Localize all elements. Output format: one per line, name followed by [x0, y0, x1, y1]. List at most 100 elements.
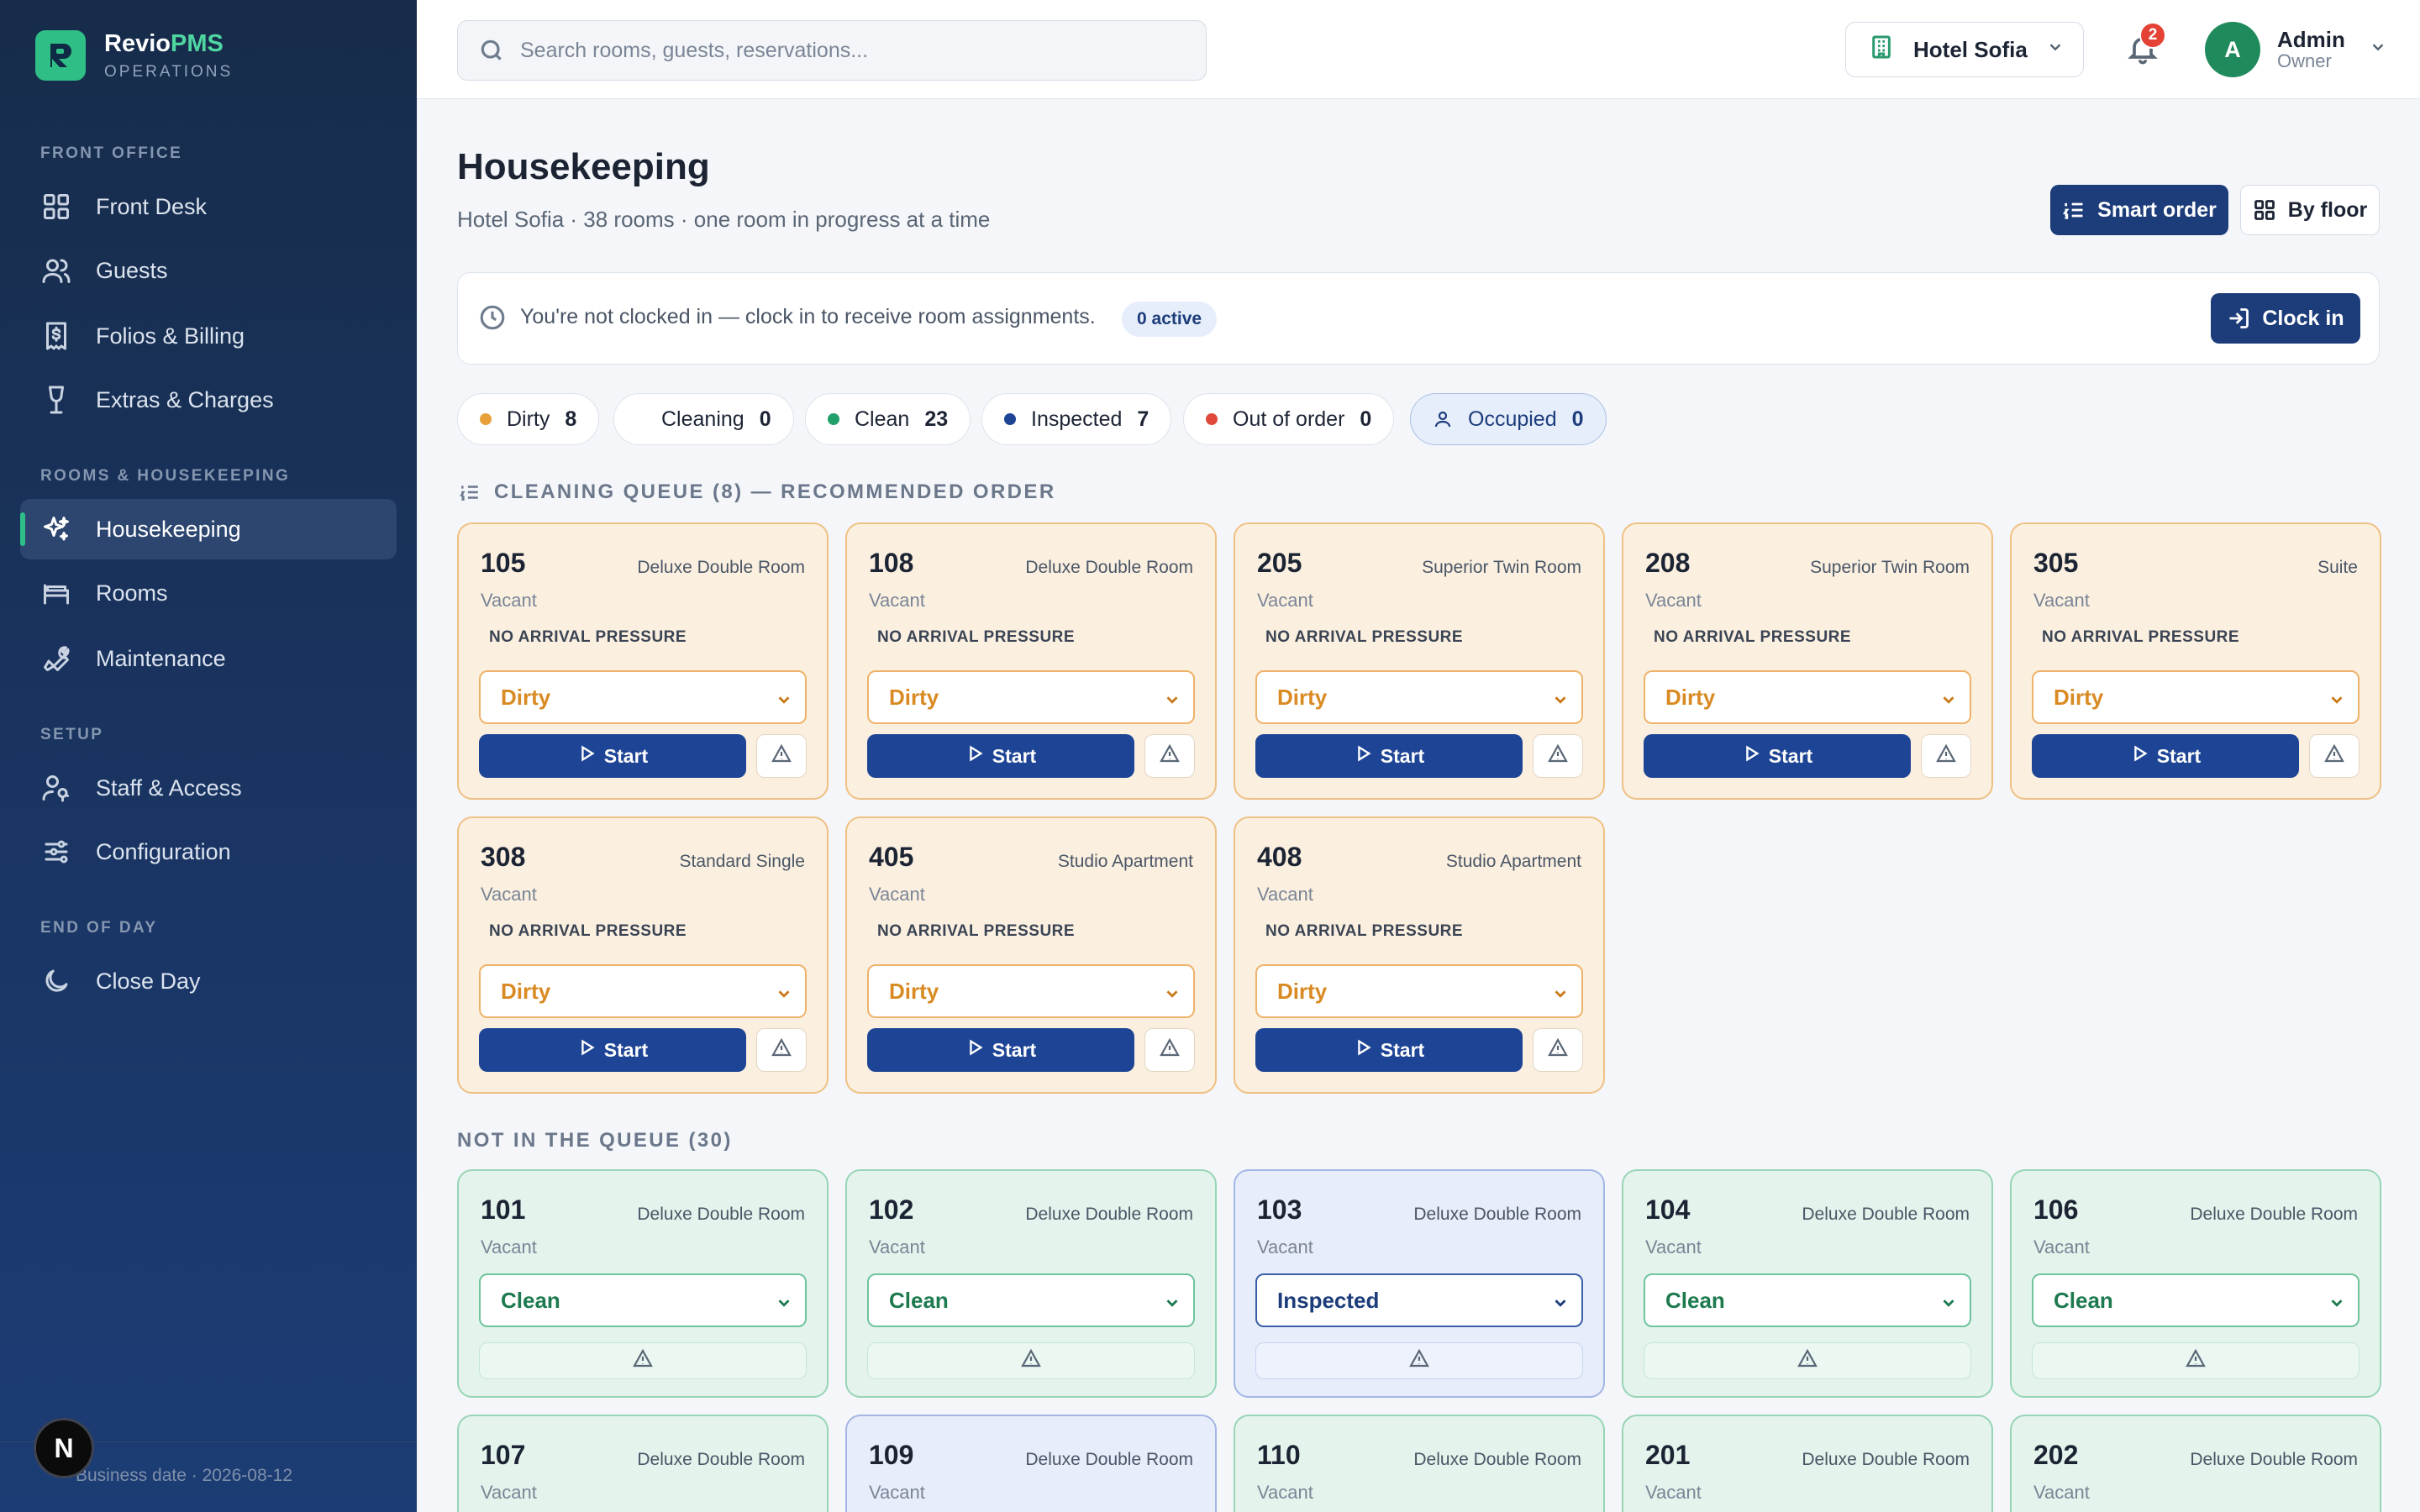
housekeeping-status-select[interactable]: Dirty [867, 964, 1195, 1018]
start-cleaning-button[interactable]: Start [479, 1028, 746, 1072]
report-issue-button[interactable] [1533, 734, 1583, 778]
filter-chip-inspected[interactable]: Inspected 7 [981, 393, 1172, 445]
filter-chip-clean[interactable]: Clean 23 [805, 393, 971, 445]
sidebar-item-guests[interactable]: Guests [20, 240, 397, 301]
chip-label: Dirty [507, 407, 550, 431]
room-card-408[interactable]: 408 Studio Apartment Vacant NO ARRIVAL PRES… [1234, 816, 1605, 1094]
filter-chip-dirty[interactable]: Dirty 8 [457, 393, 600, 445]
room-card-104[interactable]: 104 Deluxe Double Room Vacant Clean [1622, 1169, 1993, 1398]
report-issue-button[interactable] [2309, 734, 2360, 778]
dev-tools-badge[interactable]: N [34, 1418, 94, 1478]
sidebar-item-rooms[interactable]: Rooms [20, 563, 397, 623]
warning-triangle-icon [1409, 1348, 1429, 1374]
sidebar-item-housekeeping[interactable]: Housekeeping [20, 499, 397, 559]
sidebar-item-configuration[interactable]: Configuration [20, 822, 397, 882]
occupancy-status: Vacant [1257, 1236, 1313, 1257]
filter-chip-out-of-order[interactable]: Out of order 0 [1183, 393, 1395, 445]
report-issue-button[interactable] [1921, 734, 1971, 778]
select-value: Clean [1665, 1287, 1725, 1313]
filter-chip-cleaning[interactable]: Cleaning 0 [613, 393, 794, 445]
room-card-208[interactable]: 208 Superior Twin Room Vacant NO ARRIVAL PR… [1622, 522, 1993, 800]
housekeeping-status-select[interactable]: Clean [479, 1273, 807, 1327]
housekeeping-status-select[interactable]: Dirty [1255, 670, 1583, 724]
room-card-202[interactable]: 202 Deluxe Double Room Vacant [2010, 1415, 2381, 1512]
chevron-down-icon [1551, 983, 1570, 1009]
chevron-down-icon [775, 1292, 793, 1318]
report-issue-button[interactable] [479, 1342, 807, 1379]
report-issue-button[interactable] [1144, 734, 1195, 778]
room-card-305[interactable]: 305 Suite Vacant NO ARRIVAL PRESSURE Dirty St… [2010, 522, 2381, 800]
chevron-down-icon [2328, 689, 2346, 715]
search-input[interactable] [520, 38, 1176, 63]
housekeeping-status-select[interactable]: Clean [2032, 1273, 2360, 1327]
section-rooms-housekeeping: ROOMS & HOUSEKEEPING [40, 467, 291, 485]
room-card-109[interactable]: 109 Deluxe Double Room Vacant [845, 1415, 1217, 1512]
play-icon [1742, 744, 1769, 768]
room-number: 308 [481, 842, 526, 872]
room-card-201[interactable]: 201 Deluxe Double Room Vacant [1622, 1415, 1993, 1512]
start-cleaning-button[interactable]: Start [1644, 734, 1911, 778]
room-card-105[interactable]: 105 Deluxe Double Room Vacant NO ARRIVAL PR… [457, 522, 829, 800]
occupancy-status: Vacant [481, 590, 537, 611]
play-icon [577, 744, 604, 768]
housekeeping-status-select[interactable]: Dirty [1644, 670, 1971, 724]
start-cleaning-button[interactable]: Start [867, 734, 1134, 778]
room-card-110[interactable]: 110 Deluxe Double Room Vacant [1234, 1415, 1605, 1512]
housekeeping-status-select[interactable]: Dirty [867, 670, 1195, 724]
room-card-108[interactable]: 108 Deluxe Double Room Vacant NO ARRIVAL PR… [845, 522, 1217, 800]
room-type: Deluxe Double Room [1025, 558, 1193, 577]
sidebar-item-staff[interactable]: Staff & Access [20, 758, 397, 818]
report-issue-button[interactable] [1255, 1342, 1583, 1379]
list-ordered-icon [2063, 202, 2083, 219]
report-issue-button[interactable] [1144, 1028, 1195, 1072]
room-card-107[interactable]: 107 Deluxe Double Room Vacant [457, 1415, 829, 1512]
start-cleaning-button[interactable]: Start [479, 734, 746, 778]
room-card-101[interactable]: 101 Deluxe Double Room Vacant Clean [457, 1169, 829, 1398]
room-card-405[interactable]: 405 Studio Apartment Vacant NO ARRIVAL PRES… [845, 816, 1217, 1094]
by-floor-button[interactable]: By floor [2240, 185, 2380, 235]
start-cleaning-button[interactable]: Start [1255, 1028, 1523, 1072]
room-card-205[interactable]: 205 Superior Twin Room Vacant NO ARRIVAL PR… [1234, 522, 1605, 800]
sidebar-item-label: Folios & Billing [96, 323, 245, 349]
room-card-308[interactable]: 308 Standard Single Vacant NO ARRIVAL PRESS… [457, 816, 829, 1094]
report-issue-button[interactable] [1644, 1342, 1971, 1379]
report-issue-button[interactable] [1533, 1028, 1583, 1072]
search-box[interactable] [457, 20, 1207, 81]
list-ordered-icon [460, 486, 478, 501]
report-issue-button[interactable] [867, 1342, 1195, 1379]
chip-label: Inspected [1031, 407, 1123, 431]
filter-chip-occupied[interactable]: Occupied 0 [1410, 393, 1607, 445]
housekeeping-status-select[interactable]: Dirty [1255, 964, 1583, 1018]
housekeeping-status-select[interactable]: Dirty [479, 670, 807, 724]
sidebar-item-close-day[interactable]: Close Day [20, 951, 397, 1011]
arrival-pressure-label: NO ARRIVAL PRESSURE [1265, 628, 1464, 646]
housekeeping-status-select[interactable]: Inspected [1255, 1273, 1583, 1327]
sidebar-item-folios[interactable]: Folios & Billing [20, 306, 397, 366]
housekeeping-status-select[interactable]: Clean [867, 1273, 1195, 1327]
report-issue-button[interactable] [756, 1028, 807, 1072]
clock-in-button[interactable]: Clock in [2211, 293, 2360, 344]
start-cleaning-button[interactable]: Start [1255, 734, 1523, 778]
room-card-103[interactable]: 103 Deluxe Double Room Vacant Inspected [1234, 1169, 1605, 1398]
select-value: Dirty [1277, 978, 1328, 1004]
start-cleaning-button[interactable]: Start [2032, 734, 2299, 778]
report-issue-button[interactable] [2032, 1342, 2360, 1379]
chip-label: Out of order [1233, 407, 1345, 431]
start-cleaning-button[interactable]: Start [867, 1028, 1134, 1072]
housekeeping-status-select[interactable]: Clean [1644, 1273, 1971, 1327]
building-icon [1868, 34, 1895, 66]
housekeeping-status-select[interactable]: Dirty [2032, 670, 2360, 724]
room-card-106[interactable]: 106 Deluxe Double Room Vacant Clean [2010, 1169, 2381, 1398]
room-card-102[interactable]: 102 Deluxe Double Room Vacant Clean [845, 1169, 1217, 1398]
user-menu[interactable]: A Admin Owner [2205, 22, 2387, 77]
report-issue-button[interactable] [756, 734, 807, 778]
sidebar-item-front-desk[interactable]: Front Desk [20, 176, 397, 237]
status-dot [828, 413, 839, 425]
smart-order-button[interactable]: Smart order [2050, 185, 2228, 235]
room-number: 106 [2033, 1194, 2079, 1225]
housekeeping-status-select[interactable]: Dirty [479, 964, 807, 1018]
brand[interactable]: RevioPMS OPERATIONS [35, 30, 233, 81]
sidebar-item-maintenance[interactable]: Maintenance [20, 628, 397, 689]
sidebar-item-extras[interactable]: Extras & Charges [20, 370, 397, 430]
hotel-selector[interactable]: Hotel Sofia [1845, 22, 2084, 77]
